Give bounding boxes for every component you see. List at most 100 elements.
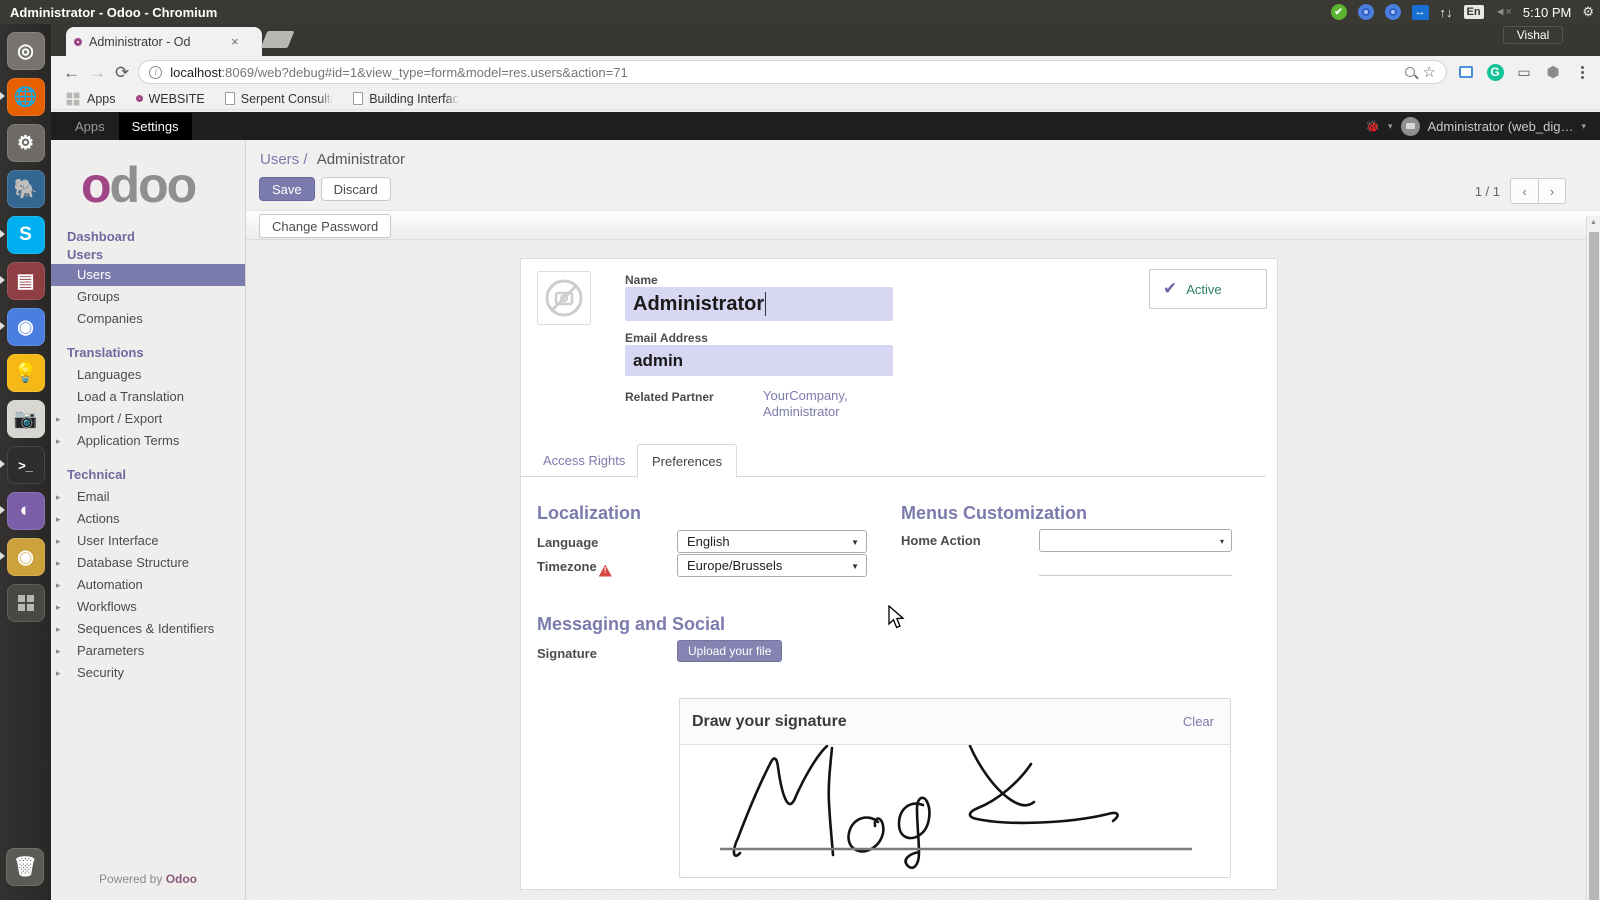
address-bar[interactable]: i localhost:8069/web?debug#id=1&view_typ… [138, 60, 1447, 84]
sidebar-item-workflows[interactable]: ▸Workflows [51, 596, 245, 618]
expand-arrow-icon[interactable]: ▸ [56, 578, 61, 592]
upload-file-button[interactable]: Upload your file [677, 640, 782, 662]
expand-arrow-icon[interactable]: ▸ [56, 644, 61, 658]
expand-arrow-icon[interactable]: ▸ [56, 490, 61, 504]
change-password-button[interactable]: Change Password [259, 214, 391, 238]
camera-app-icon[interactable]: 📷 [7, 400, 45, 438]
expand-arrow-icon[interactable]: ▸ [56, 412, 61, 426]
user-avatar[interactable] [1401, 117, 1420, 136]
sidebar-item-application-terms[interactable]: ▸Application Terms [51, 430, 245, 452]
terminal-icon[interactable]: >_ [7, 446, 45, 484]
sidebar-item-load-translation[interactable]: Load a Translation [51, 386, 245, 408]
related-partner-link[interactable]: YourCompany,Administrator [763, 388, 848, 420]
teamviewer-icon[interactable]: ↔ [1412, 5, 1429, 20]
firefox-icon[interactable]: 🌐 [7, 78, 45, 116]
save-button[interactable]: Save [259, 177, 315, 201]
page-info-icon[interactable]: i [149, 66, 162, 79]
bookmark-star-icon[interactable]: ☆ [1423, 63, 1436, 81]
discard-button[interactable]: Discard [321, 177, 391, 201]
expand-arrow-icon[interactable]: ▸ [56, 622, 61, 636]
sidebar-item-user-interface[interactable]: ▸User Interface [51, 530, 245, 552]
breadcrumb-users-link[interactable]: Users / [260, 151, 308, 168]
signature-canvas[interactable] [680, 745, 1230, 878]
pager-next-button[interactable]: › [1538, 178, 1566, 204]
session-gear-icon[interactable]: ⚙ [1582, 4, 1594, 20]
expand-arrow-icon[interactable]: ▸ [56, 512, 61, 526]
reload-button[interactable]: ⟳ [115, 64, 129, 81]
sidebar-item-languages[interactable]: Languages [51, 364, 245, 386]
browser-menu-icon[interactable] [1572, 62, 1592, 82]
keyboard-layout-indicator[interactable]: En [1464, 5, 1484, 19]
volume-muted-icon[interactable]: ◄× [1495, 6, 1512, 18]
network-indicator-icon[interactable]: ↑↓ [1440, 5, 1453, 20]
sidebar-item-security[interactable]: ▸Security [51, 662, 245, 684]
nav-apps[interactable]: Apps [75, 119, 105, 134]
sidebar-item-actions[interactable]: ▸Actions [51, 508, 245, 530]
cast-extension-icon[interactable]: ▭ [1514, 62, 1534, 82]
expand-arrow-icon[interactable]: ▸ [56, 434, 61, 448]
nav-settings[interactable]: Settings [119, 113, 192, 140]
back-button[interactable]: ← [63, 64, 80, 81]
user-menu-caret-icon[interactable]: ▾ [1581, 121, 1586, 132]
sidebar-item-parameters[interactable]: ▸Parameters [51, 640, 245, 662]
clear-signature-link[interactable]: Clear [1183, 714, 1214, 729]
chromium-icon[interactable]: ◉ [7, 308, 45, 346]
browser-tab[interactable]: Administrator - Od × [66, 27, 262, 56]
google-keep-icon[interactable]: 💡 [7, 354, 45, 392]
new-tab-button[interactable] [261, 31, 295, 48]
screen-capture-extension-icon[interactable] [1456, 62, 1476, 82]
postgresql-icon[interactable]: 🐘 [7, 170, 45, 208]
bookmark-serpent-consulting[interactable]: Serpent Consulti [225, 92, 333, 106]
expand-arrow-icon[interactable]: ▸ [56, 534, 61, 548]
cube-extension-icon[interactable]: ⬢ [1543, 62, 1563, 82]
user-menu[interactable]: Administrator (web_dig… [1428, 119, 1574, 134]
clock[interactable]: 5:10 PM [1523, 5, 1571, 20]
expand-arrow-icon[interactable]: ▸ [56, 556, 61, 570]
pager-previous-button[interactable]: ‹ [1510, 178, 1538, 204]
home-action-select[interactable]: ▾ [1039, 529, 1232, 552]
forward-button[interactable]: → [89, 64, 106, 81]
system-settings-icon[interactable]: ⚙ [7, 124, 45, 162]
sidebar-item-dashboard[interactable]: Dashboard [51, 228, 245, 246]
sidebar-section-users[interactable]: Users [51, 246, 245, 264]
scroll-up-arrow-icon[interactable]: ▲ [1590, 219, 1597, 226]
odoo-brand-link[interactable]: Odoo [166, 872, 197, 886]
workspace-switcher-icon[interactable] [7, 584, 45, 622]
chromium-tray-icon-2[interactable] [1385, 4, 1401, 20]
tab-access-rights[interactable]: Access Rights [529, 444, 639, 477]
debug-bug-icon[interactable]: 🐞 [1365, 119, 1380, 133]
user-image-placeholder[interactable] [537, 271, 591, 325]
expand-arrow-icon[interactable]: ▸ [56, 666, 61, 680]
url-text[interactable]: localhost:8069/web?debug#id=1&view_type=… [170, 65, 1396, 80]
expand-arrow-icon[interactable]: ▸ [56, 600, 61, 614]
timezone-select[interactable]: Europe/Brussels▼ [677, 554, 867, 577]
skype-status-icon[interactable]: ✔ [1331, 4, 1347, 20]
page-scrollbar[interactable]: ▲ [1586, 216, 1600, 900]
name-input[interactable]: Administrator [625, 287, 893, 321]
active-toggle[interactable]: ✔ Active [1149, 269, 1267, 309]
tab-preferences[interactable]: Preferences [637, 444, 737, 478]
sidebar-item-companies[interactable]: Companies [51, 308, 245, 330]
zoom-page-icon[interactable] [1405, 67, 1415, 77]
email-input[interactable]: admin [625, 345, 893, 376]
sidebar-item-users[interactable]: Users [51, 264, 245, 286]
language-select[interactable]: English▼ [677, 530, 867, 553]
bookmark-building-interface[interactable]: Building Interfac [353, 92, 459, 106]
sidebar-item-groups[interactable]: Groups [51, 286, 245, 308]
tab-close-icon[interactable]: × [231, 34, 239, 49]
scrollbar-thumb[interactable] [1589, 232, 1599, 900]
chrome-icon[interactable]: ◉ [7, 538, 45, 576]
trash-icon[interactable]: 🗑 [6, 848, 44, 886]
debug-caret-icon[interactable]: ▾ [1388, 121, 1393, 132]
archive-manager-icon[interactable]: ▤ [7, 262, 45, 300]
sidebar-item-database-structure[interactable]: ▸Database Structure [51, 552, 245, 574]
chromium-tray-icon[interactable] [1358, 4, 1374, 20]
bookmark-apps[interactable]: Apps [65, 91, 116, 107]
sidebar-item-sequences-identifiers[interactable]: ▸Sequences & Identifiers [51, 618, 245, 640]
ubuntu-dash-icon[interactable]: ◎ [7, 32, 45, 70]
grammarly-extension-icon[interactable]: G [1485, 62, 1505, 82]
skype-icon[interactable]: S [7, 216, 45, 254]
eclipse-icon[interactable]: ◐ [7, 492, 45, 530]
sidebar-item-import-export[interactable]: ▸Import / Export [51, 408, 245, 430]
sidebar-item-email[interactable]: ▸Email [51, 486, 245, 508]
